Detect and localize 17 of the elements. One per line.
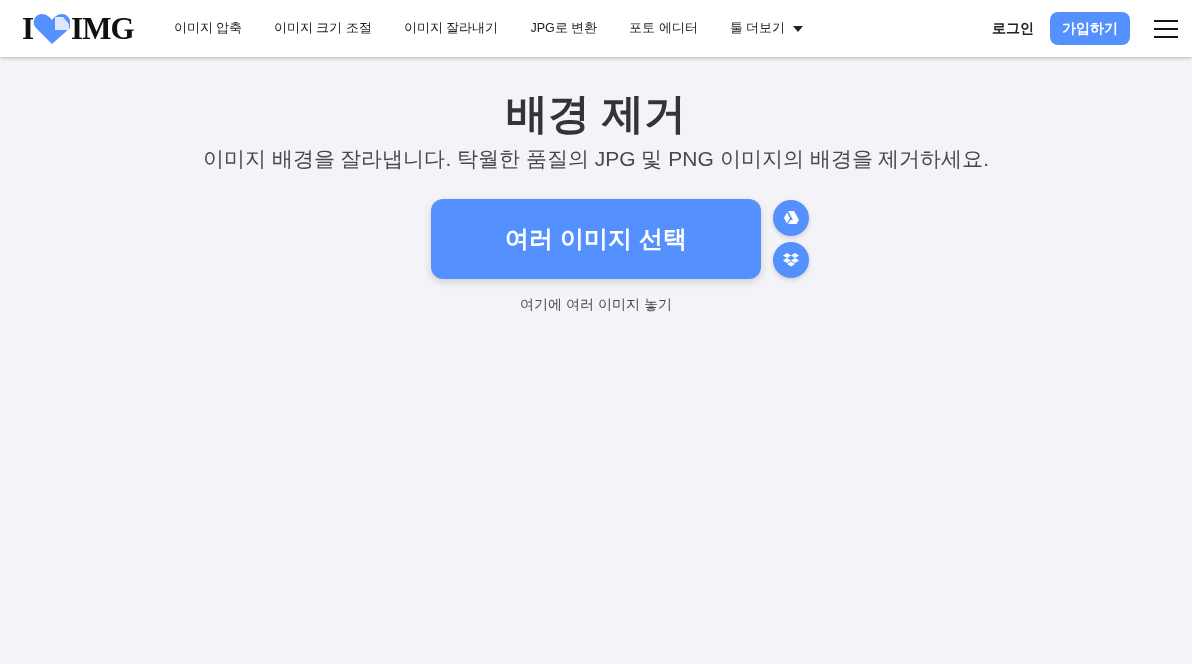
page-subtitle: 이미지 배경을 잘라냅니다. 탁월한 품질의 JPG 및 PNG 이미지의 배경을 제거하세요.: [202, 146, 990, 173]
heart-icon: [33, 13, 72, 44]
drop-hint: 여기에 여러 이미지 놓기: [520, 295, 672, 314]
dropbox-upload-button[interactable]: [773, 241, 809, 278]
caret-icon: [793, 25, 804, 32]
nav-link[interactable]: 이미지 크기 조절: [274, 19, 372, 38]
nav-link[interactable]: 이미지 잘라내기: [403, 19, 499, 38]
nav-link[interactable]: JPG로 변환: [530, 19, 598, 38]
logo-text: IMG: [71, 13, 134, 44]
box-icon: [783, 252, 799, 268]
logo-letter: I: [22, 13, 34, 44]
drive-upload-button[interactable]: [773, 199, 809, 236]
nav-link[interactable]: 이미지 압축: [173, 19, 242, 38]
nav-link[interactable]: 포토 에디터: [629, 19, 698, 38]
page-title: 배경 제거: [506, 89, 686, 139]
login-link[interactable]: 로그인: [992, 18, 1034, 39]
more-tools-dropdown[interactable]: 툴 더보기: [729, 19, 804, 38]
